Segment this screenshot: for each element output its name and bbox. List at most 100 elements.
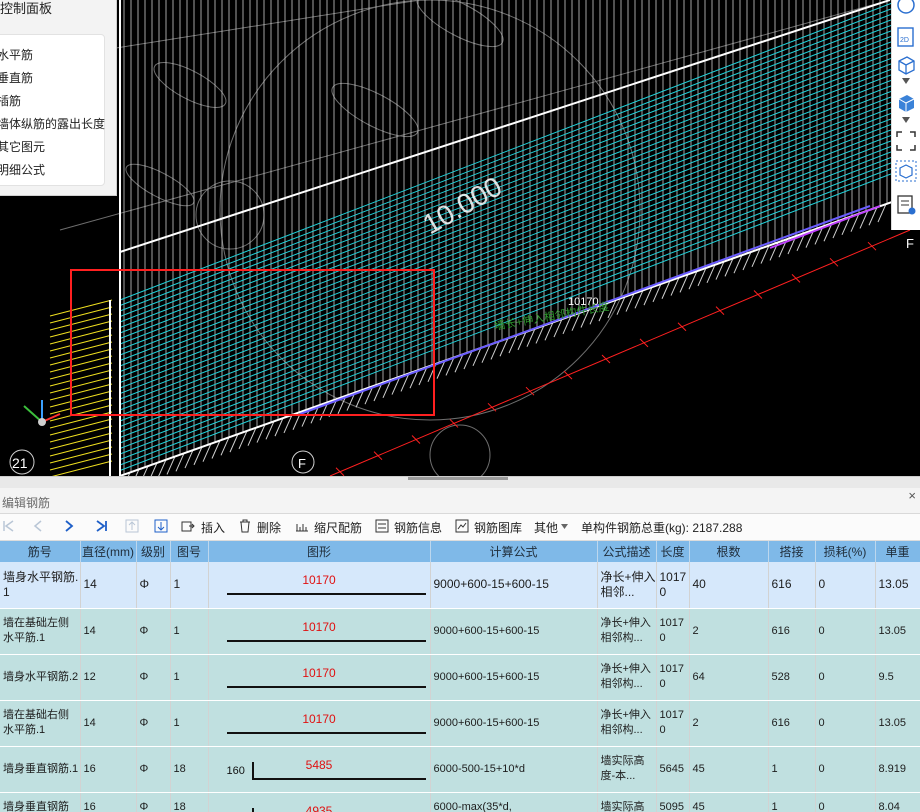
cell-formula[interactable]: 6000-max(35*d, xyxy=(430,792,598,812)
cell-diameter[interactable]: 12 xyxy=(80,654,137,701)
cell-count[interactable]: 2 xyxy=(689,608,769,655)
cell-description[interactable]: 墙实际高度-本... xyxy=(597,746,657,793)
move-down-icon[interactable] xyxy=(154,519,168,533)
cell-count[interactable]: 40 xyxy=(689,562,769,609)
column-header[interactable]: 级别 xyxy=(136,541,171,562)
table-row[interactable]: 墙身水平钢筋.1 14 Φ 1 10170 9000+600-15+600-15 净长+伸入… xyxy=(0,562,920,609)
3d-box-icon[interactable] xyxy=(895,160,917,182)
move-up-icon[interactable] xyxy=(125,519,139,533)
cell-figure-no[interactable]: 18 xyxy=(170,746,209,793)
chevron-down-icon[interactable] xyxy=(902,117,910,123)
cell-grade[interactable]: Φ xyxy=(136,562,171,609)
cell-diameter[interactable]: 16 xyxy=(80,746,137,793)
cell-count[interactable]: 2 xyxy=(689,700,769,747)
ctrl-item-detail-formula[interactable]: 明细公式 xyxy=(0,161,45,178)
cell-figure-no[interactable]: 1 xyxy=(170,654,209,701)
cell-unit-weight[interactable]: 8.919 xyxy=(875,746,920,793)
cell-length[interactable]: 10170 xyxy=(656,608,690,655)
cell-length[interactable]: 5095 xyxy=(656,792,690,812)
cell-unit-weight[interactable]: 8.04 xyxy=(875,792,920,812)
ctrl-item-other-elements[interactable]: 其它图元 xyxy=(0,138,45,155)
cell-grade[interactable]: Φ xyxy=(136,654,171,701)
cell-length[interactable]: 10170 xyxy=(656,700,690,747)
column-header[interactable]: 计算公式 xyxy=(430,541,598,562)
cell-diameter[interactable]: 16 xyxy=(80,792,137,812)
cell-unit-weight[interactable]: 13.05 xyxy=(875,562,920,609)
2d-view-icon[interactable]: 2D xyxy=(895,26,917,48)
cell-loss[interactable]: 0 xyxy=(815,700,876,747)
cell-shape[interactable]: 10170 xyxy=(208,608,431,655)
cell-diameter[interactable]: 14 xyxy=(80,562,137,609)
fullscreen-icon[interactable] xyxy=(895,130,917,152)
cell-formula[interactable]: 9000+600-15+600-15 xyxy=(430,700,598,747)
chevron-down-icon[interactable] xyxy=(561,524,568,529)
table-row[interactable]: 墙身垂直钢筋 16 Φ 18 4935 6000-max(35*d, 墙实际高 5095 45 1… xyxy=(0,792,920,812)
close-icon[interactable]: × xyxy=(908,488,916,503)
cell-formula[interactable]: 9000+600-15+600-15 xyxy=(430,562,598,609)
cell-unit-weight[interactable]: 13.05 xyxy=(875,700,920,747)
cell-bar-name[interactable]: 墙身垂直钢筋.1 xyxy=(0,746,81,793)
panel-splitter[interactable] xyxy=(0,476,920,488)
circle-icon[interactable] xyxy=(895,0,917,16)
rebar-library-button[interactable]: 钢筋图库 xyxy=(474,519,522,536)
delete-button[interactable]: 删除 xyxy=(257,519,281,536)
insert-button[interactable]: 插入 xyxy=(201,519,225,536)
cell-bar-name[interactable]: 墙身水平钢筋.2 xyxy=(0,654,81,701)
cell-shape[interactable]: 10170 xyxy=(208,654,431,701)
cell-bar-name[interactable]: 墙身水平钢筋.1 xyxy=(0,562,81,609)
cell-description[interactable]: 净长+伸入相邻构... xyxy=(597,700,657,747)
cell-bar-name[interactable]: 墙在基础左侧水平筋.1 xyxy=(0,608,81,655)
column-header[interactable]: 长度 xyxy=(656,541,690,562)
cell-figure-no[interactable]: 18 xyxy=(170,792,209,812)
table-row[interactable]: 墙在基础右侧水平筋.1 14 Φ 1 10170 9000+600-15+600-15 净长… xyxy=(0,700,920,747)
cell-grade[interactable]: Φ xyxy=(136,792,171,812)
cell-shape[interactable]: 10170 xyxy=(208,700,431,747)
cell-loss[interactable]: 0 xyxy=(815,562,876,609)
cell-figure-no[interactable]: 1 xyxy=(170,608,209,655)
column-header[interactable]: 损耗(%) xyxy=(815,541,876,562)
cell-lap[interactable]: 1 xyxy=(768,746,816,793)
cell-unit-weight[interactable]: 13.05 xyxy=(875,608,920,655)
cell-unit-weight[interactable]: 9.5 xyxy=(875,654,920,701)
cell-grade[interactable]: Φ xyxy=(136,700,171,747)
cell-count[interactable]: 64 xyxy=(689,654,769,701)
cube-icon[interactable] xyxy=(895,54,917,76)
cell-description[interactable]: 净长+伸入相邻构... xyxy=(597,654,657,701)
cell-length[interactable]: 10170 xyxy=(656,654,690,701)
cell-lap[interactable]: 616 xyxy=(768,608,816,655)
cell-loss[interactable]: 0 xyxy=(815,608,876,655)
ctrl-item-vertical[interactable]: 垂直筋 xyxy=(0,69,33,86)
cell-formula[interactable]: 9000+600-15+600-15 xyxy=(430,654,598,701)
rebar-info-icon[interactable] xyxy=(375,519,389,533)
cell-bar-name[interactable]: 墙在基础右侧水平筋.1 xyxy=(0,700,81,747)
cell-lap[interactable]: 1 xyxy=(768,792,816,812)
cell-loss[interactable]: 0 xyxy=(815,746,876,793)
cell-lap[interactable]: 616 xyxy=(768,700,816,747)
column-header[interactable]: 图形 xyxy=(208,541,431,562)
cell-count[interactable]: 45 xyxy=(689,746,769,793)
cell-shape[interactable]: 4935 xyxy=(208,792,431,812)
cell-bar-name[interactable]: 墙身垂直钢筋 xyxy=(0,792,81,812)
rebar-library-icon[interactable] xyxy=(455,519,469,533)
first-record-icon[interactable] xyxy=(2,519,16,533)
chevron-down-icon[interactable] xyxy=(902,78,910,84)
cell-grade[interactable]: Φ xyxy=(136,608,171,655)
cell-diameter[interactable]: 14 xyxy=(80,608,137,655)
ctrl-item-dowel[interactable]: 插筋 xyxy=(0,92,21,109)
solid-cube-icon[interactable] xyxy=(895,92,917,114)
ctrl-item-exposed-length[interactable]: 墙体纵筋的露出长度 xyxy=(0,115,105,132)
insert-icon[interactable] xyxy=(181,519,195,533)
ruler-icon[interactable] xyxy=(295,519,309,533)
cell-count[interactable]: 45 xyxy=(689,792,769,812)
last-record-icon[interactable] xyxy=(94,519,108,533)
column-header[interactable]: 搭接 xyxy=(768,541,816,562)
table-row[interactable]: 墙在基础左侧水平筋.1 14 Φ 1 10170 9000+600-15+600-15 净长… xyxy=(0,608,920,655)
column-header[interactable]: 筋号 xyxy=(0,541,81,562)
cell-loss[interactable]: 0 xyxy=(815,792,876,812)
ctrl-item-horizontal[interactable]: 水平筋 xyxy=(0,46,33,63)
other-dropdown[interactable]: 其他 xyxy=(534,519,558,536)
view-settings-icon[interactable] xyxy=(895,194,917,216)
cell-description[interactable]: 墙实际高 xyxy=(597,792,657,812)
delete-icon[interactable] xyxy=(238,519,252,533)
cell-length[interactable]: 5645 xyxy=(656,746,690,793)
